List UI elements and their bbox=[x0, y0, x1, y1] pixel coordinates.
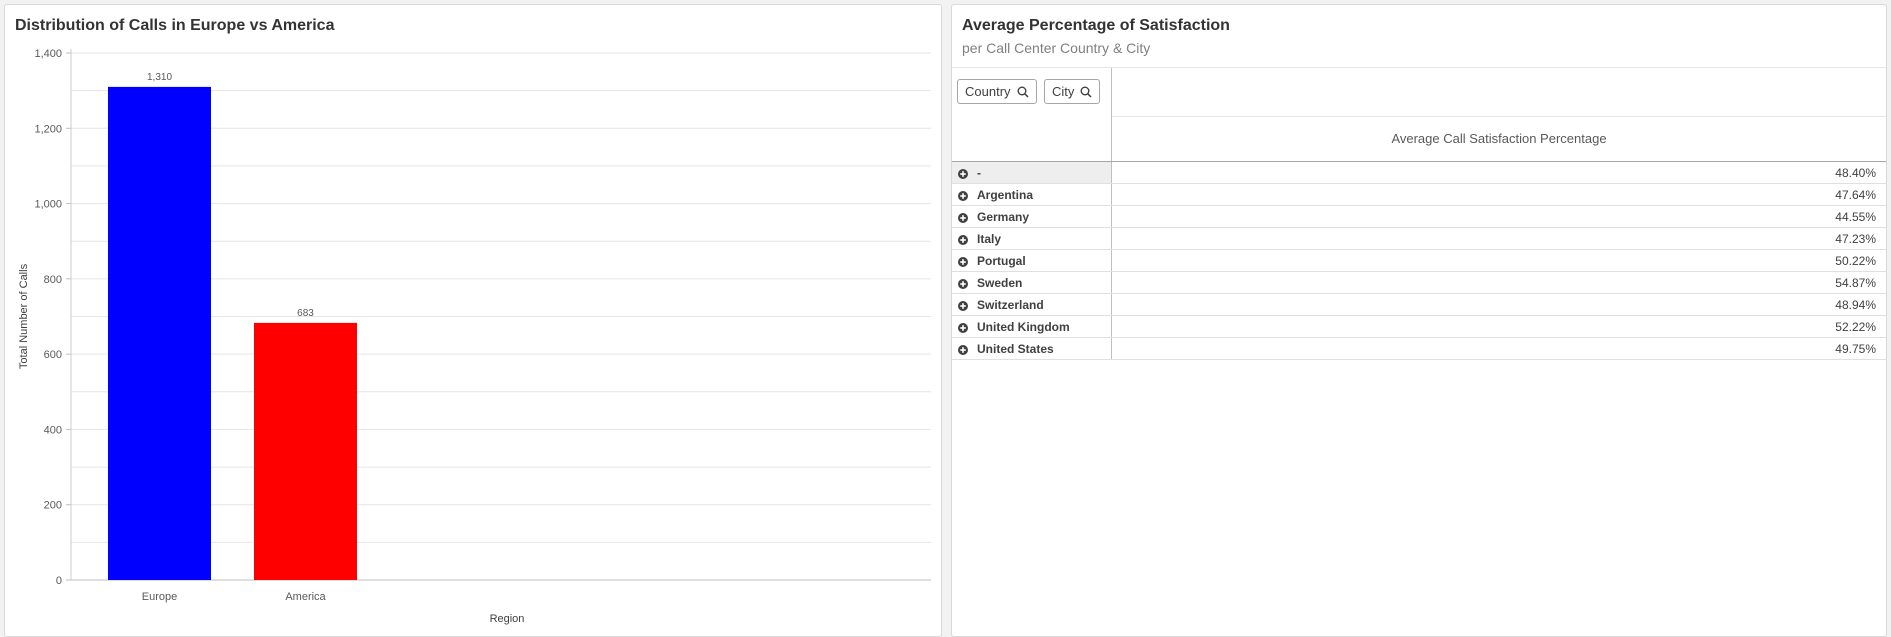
row-dimension-cell[interactable]: Sweden bbox=[952, 272, 1112, 293]
row-value-cell: 47.64% bbox=[1835, 187, 1876, 202]
pivot-rows: - 48.40% Argentina 47.64% Germany 44.55% Italy… bbox=[952, 162, 1886, 360]
row-value-cell: 48.40% bbox=[1835, 165, 1876, 180]
table-row: Switzerland 48.94% bbox=[952, 294, 1886, 316]
y-tick-label: 400 bbox=[44, 424, 62, 436]
table-row: - 48.40% bbox=[952, 162, 1886, 184]
table-row: Italy 47.23% bbox=[952, 228, 1886, 250]
y-tick-label: 1,000 bbox=[34, 199, 62, 211]
y-tick-label: 200 bbox=[44, 500, 62, 512]
row-dimension-cell[interactable]: United States bbox=[952, 338, 1112, 359]
row-header-blank bbox=[952, 116, 1112, 161]
plus-circle-icon[interactable] bbox=[958, 212, 968, 223]
row-label: United States bbox=[977, 341, 1054, 356]
row-value-cell: 54.87% bbox=[1835, 275, 1876, 290]
row-value-cell: 47.23% bbox=[1835, 231, 1876, 246]
satisfaction-panel: Average Percentage of Satisfaction per C… bbox=[951, 4, 1887, 637]
row-dimension-cell[interactable]: Italy bbox=[952, 228, 1112, 249]
row-value-cell: 50.22% bbox=[1835, 253, 1876, 268]
table-row: Portugal 50.22% bbox=[952, 250, 1886, 272]
bar-chart[interactable]: 0 200 400 600 800 1,000 1,200 1,400 1,310 Europe 6… bbox=[5, 5, 941, 636]
plus-circle-icon[interactable] bbox=[958, 190, 968, 201]
table-title: Average Percentage of Satisfaction bbox=[962, 17, 1230, 34]
row-label: Portugal bbox=[977, 253, 1026, 268]
plus-circle-icon[interactable] bbox=[958, 256, 968, 267]
row-value-cell: 49.75% bbox=[1835, 341, 1876, 356]
plus-circle-icon[interactable] bbox=[958, 322, 968, 333]
bar-value-label: 1,310 bbox=[147, 72, 172, 83]
column-header-area bbox=[1112, 68, 1886, 117]
table-row: United States 49.75% bbox=[952, 338, 1886, 360]
table-row: United Kingdom 52.22% bbox=[952, 316, 1886, 338]
row-label: Italy bbox=[977, 231, 1002, 246]
row-value-cell: 44.55% bbox=[1835, 209, 1876, 224]
row-dimension-cell[interactable]: Portugal bbox=[952, 250, 1112, 271]
y-tick-label: 800 bbox=[44, 274, 62, 286]
plus-circle-icon[interactable] bbox=[958, 300, 968, 311]
chart-bars bbox=[108, 86, 357, 580]
row-value-cell: 48.94% bbox=[1835, 297, 1876, 312]
city-dimension-button[interactable]: City bbox=[1044, 79, 1101, 104]
plus-circle-icon[interactable] bbox=[958, 234, 968, 245]
row-value-cell: 52.22% bbox=[1835, 319, 1876, 334]
row-label: Argentina bbox=[977, 187, 1034, 202]
search-icon bbox=[1080, 86, 1092, 98]
row-dimension-cell[interactable]: Switzerland bbox=[952, 294, 1112, 315]
row-dimension-cell[interactable]: United Kingdom bbox=[952, 316, 1112, 337]
plus-circle-icon[interactable] bbox=[958, 344, 968, 355]
bar-america[interactable] bbox=[254, 322, 357, 580]
dimension-header: Country City bbox=[952, 68, 1112, 116]
bar-value-label: 683 bbox=[297, 308, 314, 319]
y-tick-label: 1,200 bbox=[34, 123, 62, 135]
row-dimension-cell[interactable]: - bbox=[952, 162, 1112, 183]
x-axis-title: Region bbox=[490, 613, 525, 625]
bar-europe[interactable] bbox=[108, 86, 211, 580]
row-label: United Kingdom bbox=[977, 319, 1070, 334]
calls-distribution-panel: Distribution of Calls in Europe vs Ameri… bbox=[4, 4, 942, 637]
country-button-label: Country bbox=[965, 84, 1011, 99]
row-label: Sweden bbox=[977, 275, 1023, 290]
plus-circle-icon[interactable] bbox=[958, 168, 968, 179]
x-tick-label: America bbox=[285, 591, 326, 603]
y-tick-label: 1,400 bbox=[34, 48, 62, 60]
measure-header[interactable]: Average Call Satisfaction Percentage bbox=[1112, 116, 1886, 161]
y-tick-label: 600 bbox=[44, 349, 62, 361]
country-dimension-button[interactable]: Country bbox=[957, 79, 1037, 104]
row-dimension-cell[interactable]: Argentina bbox=[952, 184, 1112, 205]
row-dimension-cell[interactable]: Germany bbox=[952, 206, 1112, 227]
search-icon bbox=[1017, 86, 1029, 98]
table-row: Germany 44.55% bbox=[952, 206, 1886, 228]
table-row: Argentina 47.64% bbox=[952, 184, 1886, 206]
plus-circle-icon[interactable] bbox=[958, 278, 968, 289]
city-button-label: City bbox=[1052, 84, 1075, 99]
row-label: Switzerland bbox=[977, 297, 1044, 312]
x-tick-label: Europe bbox=[142, 591, 177, 603]
table-row: Sweden 54.87% bbox=[952, 272, 1886, 294]
y-axis-title: Total Number of Calls bbox=[18, 263, 30, 369]
table-subtitle: per Call Center Country & City bbox=[962, 40, 1151, 56]
y-tick-label: 0 bbox=[56, 575, 62, 587]
row-label: Germany bbox=[977, 209, 1030, 224]
row-label: - bbox=[977, 165, 981, 180]
